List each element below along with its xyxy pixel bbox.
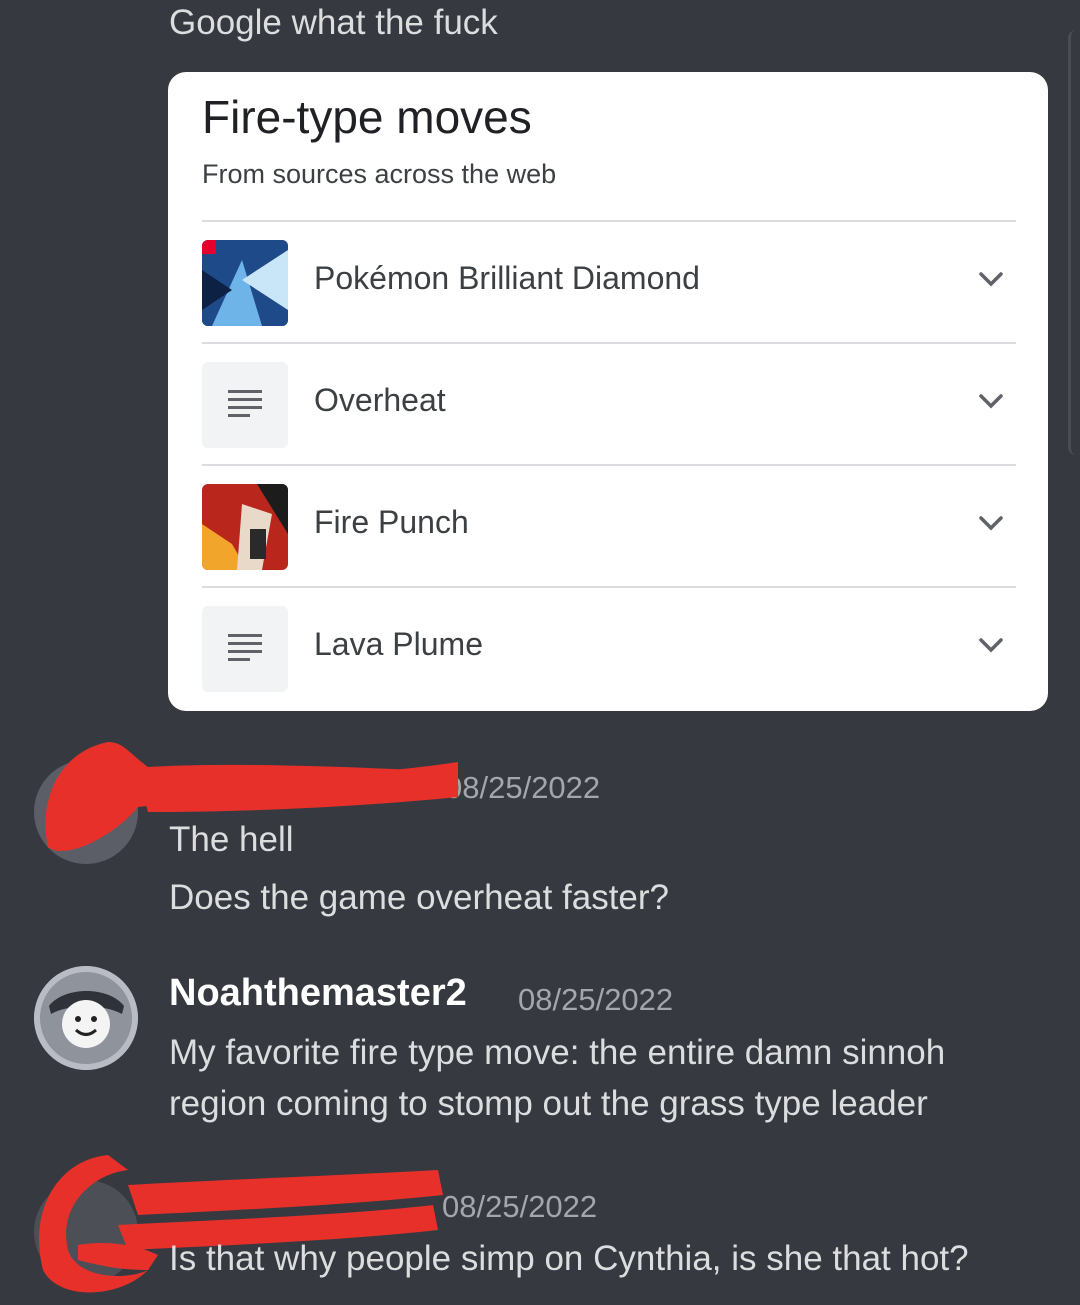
message-text: region coming to stomp out the grass typ… bbox=[169, 1084, 928, 1123]
game-cover-thumbnail bbox=[202, 240, 288, 326]
list-item-overheat[interactable]: Overheat bbox=[202, 342, 1016, 464]
list-item-label: Fire Punch bbox=[314, 504, 469, 540]
card-list: Pokémon Brilliant Diamond Overheat Fire … bbox=[202, 220, 1016, 708]
message-text: My favorite fire type move: the entire d… bbox=[169, 1033, 946, 1072]
list-item-brilliant-diamond[interactable]: Pokémon Brilliant Diamond bbox=[202, 220, 1016, 342]
author-name[interactable]: Noahthemaster2 bbox=[169, 972, 467, 1015]
manga-cover-thumbnail bbox=[202, 484, 288, 570]
list-item-label: Overheat bbox=[314, 382, 446, 418]
message-text: The hell bbox=[169, 820, 294, 859]
list-item-fire-punch[interactable]: Fire Punch bbox=[202, 464, 1016, 586]
avatar[interactable] bbox=[34, 966, 138, 1070]
message-text: Google what the fuck bbox=[169, 3, 498, 42]
list-item-label: Pokémon Brilliant Diamond bbox=[314, 260, 700, 296]
avatar[interactable] bbox=[34, 760, 138, 864]
chevron-down-icon[interactable] bbox=[976, 508, 1006, 538]
avatar[interactable] bbox=[34, 1180, 138, 1284]
timestamp: 08/25/2022 bbox=[442, 1189, 598, 1224]
document-lines-icon bbox=[202, 606, 288, 692]
card-title: Fire-type moves bbox=[202, 91, 532, 143]
document-lines-icon bbox=[202, 362, 288, 448]
chevron-down-icon[interactable] bbox=[976, 630, 1006, 660]
google-answer-card: Fire-type moves From sources across the … bbox=[168, 72, 1048, 711]
timestamp: 08/25/2022 bbox=[445, 770, 601, 805]
chevron-down-icon[interactable] bbox=[976, 264, 1006, 294]
message-text: Does the game overheat faster? bbox=[169, 878, 670, 917]
timestamp: 08/25/2022 bbox=[518, 982, 674, 1017]
list-item-lava-plume[interactable]: Lava Plume bbox=[202, 586, 1016, 708]
list-item-label: Lava Plume bbox=[314, 626, 483, 662]
message-text: Is that why people simp on Cynthia, is s… bbox=[169, 1239, 969, 1278]
chevron-down-icon[interactable] bbox=[976, 386, 1006, 416]
card-subtitle: From sources across the web bbox=[202, 159, 557, 189]
scrollbar[interactable] bbox=[1068, 30, 1080, 455]
